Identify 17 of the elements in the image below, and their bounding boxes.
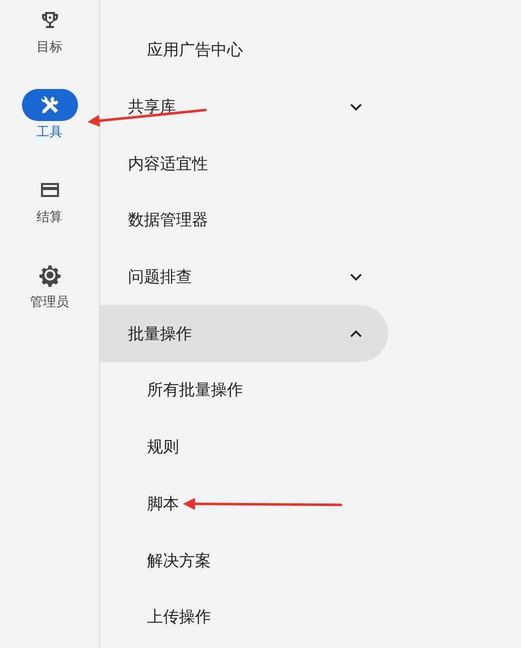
submenu-item[interactable]: 所有批量操作 <box>100 362 388 419</box>
nav-label[interactable]: 结算 <box>36 208 62 228</box>
submenu-item[interactable]: 应用广告中心 <box>100 22 388 79</box>
menu-item[interactable]: 共享库 <box>100 78 388 136</box>
menu-item[interactable]: 问题排查 <box>100 248 388 306</box>
submenu-item[interactable]: 脚本 <box>100 476 388 532</box>
nav-label[interactable]: 目标 <box>36 38 62 58</box>
active-nav-button[interactable] <box>22 89 78 121</box>
menu-item[interactable]: 内容适宜性 <box>100 135 388 192</box>
submenu-item[interactable]: 规则 <box>100 418 388 476</box>
menu-item[interactable]: 数据管理器 <box>100 192 388 249</box>
nav-label[interactable]: 管理员 <box>30 293 69 312</box>
submenu-item[interactable]: 解决方案 <box>100 532 388 589</box>
submenu-item[interactable]: 上传操作 <box>100 588 388 646</box>
menu-item[interactable]: 批量操作 <box>100 305 388 362</box>
settings-icon <box>38 263 62 287</box>
nav-label[interactable]: 工具 <box>36 123 62 142</box>
